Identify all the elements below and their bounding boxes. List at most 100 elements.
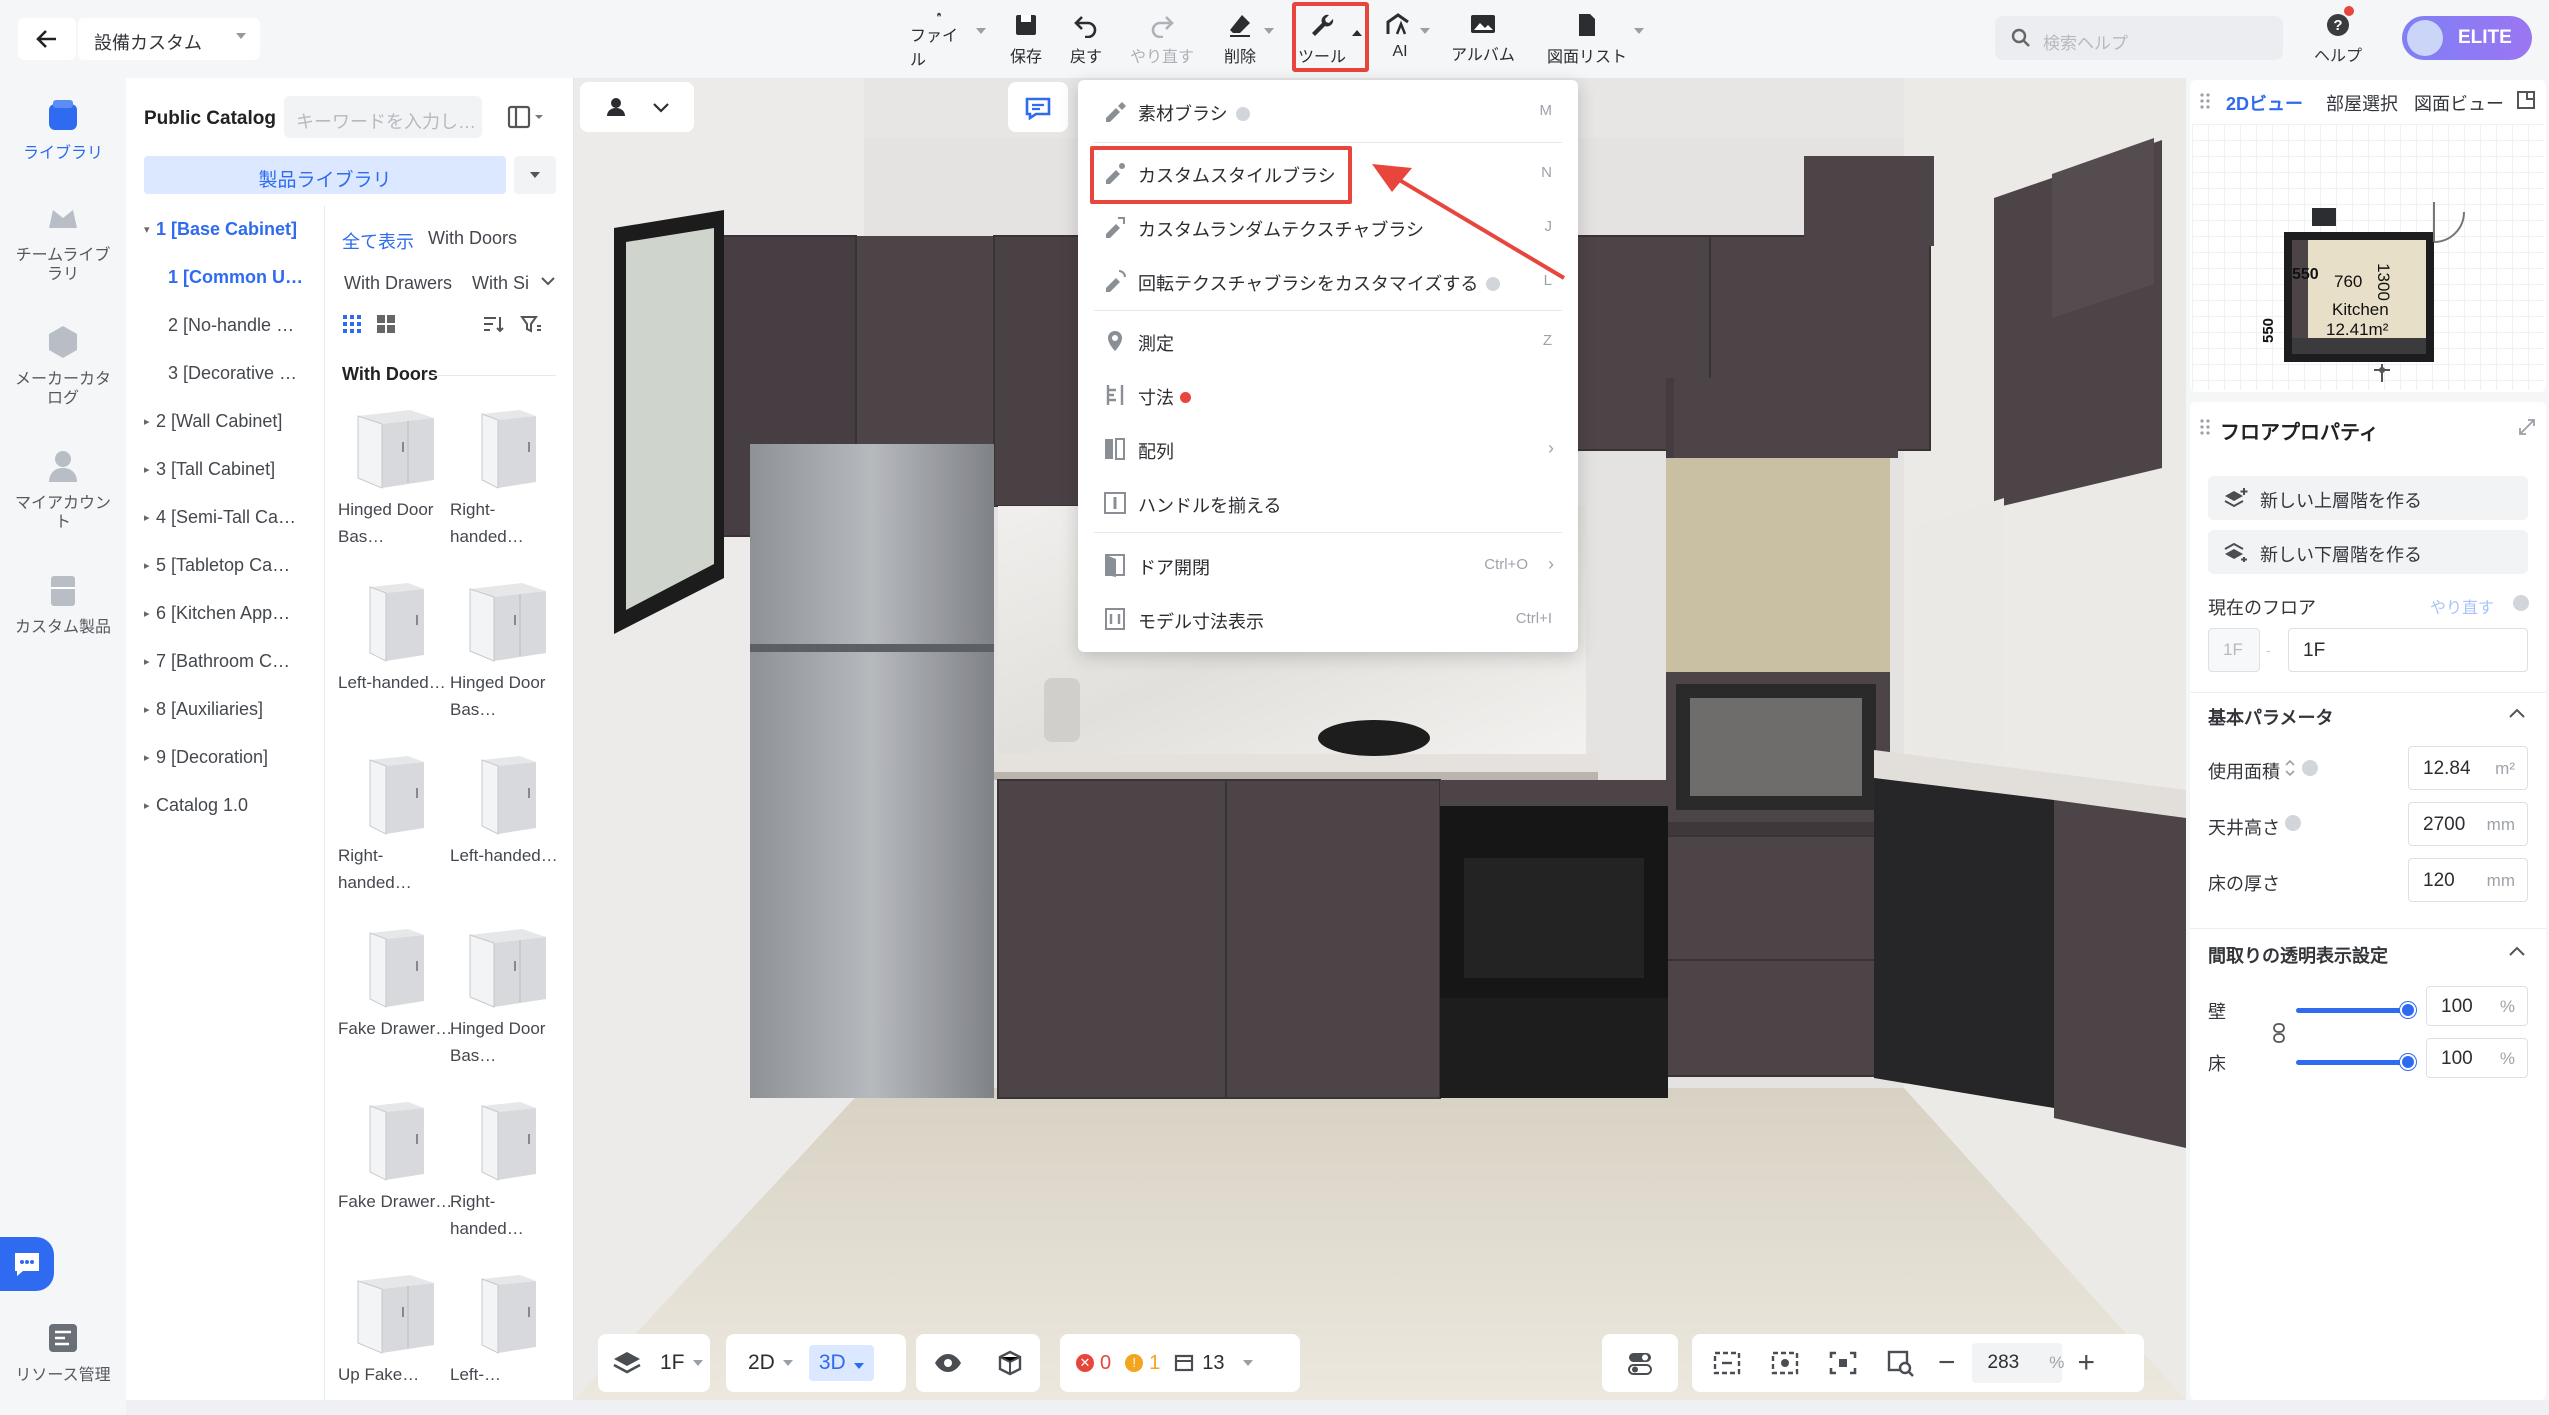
tree-item-tall-cabinet[interactable]: ▸ 3 [Tall Cabinet]	[126, 446, 324, 494]
view-3d-button[interactable]: 3D	[808, 1345, 874, 1381]
tree-item-no-handle[interactable]: 2 [No-handle …	[126, 302, 324, 350]
zoom-in-button[interactable]: +	[2078, 1346, 2096, 1380]
filter-with-si[interactable]: With Si	[472, 273, 529, 294]
floor-opacity-slider-track[interactable]	[2296, 1060, 2406, 1065]
product-card[interactable]: Fake Drawer…	[338, 915, 458, 1087]
drawing-list-button[interactable]: 図面リスト	[1540, 8, 1634, 70]
catalog-search-input[interactable]: キーワードを入力し…	[284, 96, 482, 138]
chevron-up-icon[interactable]	[2508, 706, 2526, 720]
focus-icon[interactable]	[1828, 1349, 1858, 1377]
eye-icon[interactable]	[933, 1352, 963, 1374]
grid-large-icon[interactable]	[376, 314, 396, 334]
product-card[interactable]: Right-handed…	[338, 742, 458, 914]
tree-item-wall-cabinet[interactable]: ▸ 2 [Wall Cabinet]	[126, 398, 324, 446]
menu-item-dimension[interactable]: 寸法	[1078, 368, 1578, 422]
tree-item-decorative[interactable]: 3 [Decorative …	[126, 350, 324, 398]
wall-opacity-input[interactable]: 100%	[2426, 986, 2528, 1026]
help-button[interactable]: ? ヘルプ	[2308, 12, 2368, 68]
view-mode-button[interactable]	[1008, 82, 1068, 132]
chat-button[interactable]	[0, 1237, 54, 1291]
ai-button[interactable]: AI	[1380, 8, 1420, 70]
rail-item-custom-product[interactable]: カスタム製品	[0, 570, 126, 637]
view-2d-button[interactable]: 2D	[748, 1351, 775, 1375]
rail-item-my-account[interactable]: マイアカウント	[0, 446, 126, 532]
elite-account-badge[interactable]: ELITE	[2402, 16, 2532, 60]
settings-toggle-button[interactable]	[1602, 1334, 1678, 1392]
zoom-out-button[interactable]: −	[1938, 1346, 1956, 1380]
cube-icon[interactable]	[996, 1349, 1024, 1377]
area-input[interactable]: 12.84 m²	[2408, 746, 2528, 790]
floor-name-input[interactable]: 1F	[2288, 628, 2528, 672]
tree-item-decoration[interactable]: ▸ 9 [Decoration]	[126, 734, 324, 782]
product-card[interactable]: Right-handed…	[450, 396, 570, 568]
tree-item-catalog-1[interactable]: ▸ Catalog 1.0	[126, 782, 324, 830]
menu-item-door-open[interactable]: ドア開閉 Ctrl+O ›	[1078, 538, 1578, 592]
design-name-dropdown[interactable]: 設備カスタム	[78, 18, 260, 60]
product-card[interactable]: Left-handed…	[338, 569, 458, 741]
panel-layout-toggle[interactable]	[506, 102, 546, 132]
add-upper-floor-button[interactable]: 新しい上層階を作る	[2208, 476, 2528, 520]
drag-handle-icon[interactable]	[2200, 92, 2210, 110]
floor-opacity-input[interactable]: 100%	[2426, 1038, 2528, 1078]
product-library-dropdown[interactable]	[514, 156, 556, 194]
product-card[interactable]: Left-…	[450, 1261, 570, 1415]
product-card[interactable]: Hinged Door Bas…	[450, 569, 570, 741]
back-button[interactable]	[18, 18, 76, 60]
sort-icon[interactable]	[482, 314, 504, 334]
undo-button[interactable]: 戻す	[1060, 8, 1112, 70]
view-settings-icon[interactable]	[1770, 1349, 1800, 1377]
rail-item-library[interactable]: ライブラリ	[0, 96, 126, 163]
tab-drawing-view[interactable]: 図面ビュー	[2414, 90, 2504, 116]
rail-item-maker-catalog[interactable]: メーカーカタログ	[0, 322, 126, 408]
floor-selector[interactable]: 1F	[598, 1334, 710, 1392]
drag-handle-icon[interactable]	[2200, 418, 2210, 436]
floor-redo-link[interactable]: やり直す	[2430, 594, 2494, 618]
product-card[interactable]: Hinged Door Bas…	[450, 915, 570, 1087]
product-card[interactable]: Hinged Door Bas…	[338, 396, 458, 568]
minimap-canvas[interactable]: 760 550 550 1300 Kitchen 12.41m²	[2192, 124, 2544, 390]
album-button[interactable]: アルバム	[1448, 8, 1518, 70]
floor-thickness-input[interactable]: 120 mm	[2408, 858, 2528, 902]
redo-button[interactable]: やり直す	[1124, 8, 1200, 70]
tree-item-base-cabinet[interactable]: ▾ 1 [Base Cabinet]	[126, 206, 324, 254]
product-card[interactable]: Up Fake…	[338, 1261, 458, 1415]
expand-icon[interactable]	[2518, 418, 2536, 436]
grid-small-icon[interactable]	[342, 314, 362, 334]
help-search-input[interactable]: 検索ヘルプ	[1995, 16, 2283, 60]
tree-item-kitchen-app[interactable]: ▸ 6 [Kitchen App…	[126, 590, 324, 638]
wall-opacity-slider-track[interactable]	[2296, 1008, 2406, 1013]
tree-item-semi-tall[interactable]: ▸ 4 [Semi-Tall Ca…	[126, 494, 324, 542]
wall-opacity-slider-knob[interactable]	[2400, 1002, 2416, 1018]
product-card[interactable]: Left-handed…	[450, 742, 570, 914]
chevron-up-icon[interactable]	[2508, 944, 2526, 958]
tree-item-common-u[interactable]: 1 [Common U…	[126, 254, 324, 302]
expand-icon[interactable]	[2516, 90, 2536, 110]
menu-item-model-dimension[interactable]: モデル寸法表示 Ctrl+I	[1078, 592, 1578, 646]
tree-item-auxiliaries[interactable]: ▸ 8 [Auxiliaries]	[126, 686, 324, 734]
product-library-tab[interactable]: 製品ライブラリ	[144, 156, 506, 194]
zoom-input[interactable]: 283%	[1971, 1343, 2064, 1383]
floor-opacity-slider-knob[interactable]	[2400, 1054, 2416, 1070]
file-menu-button[interactable]: ファイル	[910, 8, 968, 70]
tree-item-tabletop[interactable]: ▸ 5 [Tabletop Ca…	[126, 542, 324, 590]
filter-icon[interactable]	[520, 314, 542, 334]
camera-person-dropdown[interactable]	[580, 82, 694, 132]
chevron-down-icon[interactable]	[540, 274, 556, 288]
menu-item-align-handle[interactable]: ハンドルを揃える	[1078, 476, 1578, 530]
filter-with-doors[interactable]: With Doors	[428, 228, 517, 249]
menu-item-measure[interactable]: 測定 Z	[1078, 314, 1578, 368]
tab-room-select[interactable]: 部屋選択	[2326, 90, 2398, 116]
filter-with-drawers[interactable]: With Drawers	[344, 273, 452, 294]
ceiling-height-input[interactable]: 2700 mm	[2408, 802, 2528, 846]
rail-item-team-library[interactable]: チームライブラリ	[0, 198, 126, 284]
save-button[interactable]: 保存	[1000, 8, 1052, 70]
rail-item-resource-management[interactable]: リソース管理	[0, 1318, 126, 1385]
tree-item-bathroom[interactable]: ▸ 7 [Bathroom C…	[126, 638, 324, 686]
product-card[interactable]: Right-handed…	[450, 1088, 570, 1260]
delete-button[interactable]: 削除	[1212, 8, 1268, 70]
fit-view-icon[interactable]	[1712, 1349, 1742, 1377]
menu-item-array[interactable]: 配列 ›	[1078, 422, 1578, 476]
filter-show-all[interactable]: 全て表示	[342, 228, 414, 254]
tab-2d-view[interactable]: 2Dビュー	[2226, 90, 2303, 116]
product-card[interactable]: Fake Drawer…	[338, 1088, 458, 1260]
